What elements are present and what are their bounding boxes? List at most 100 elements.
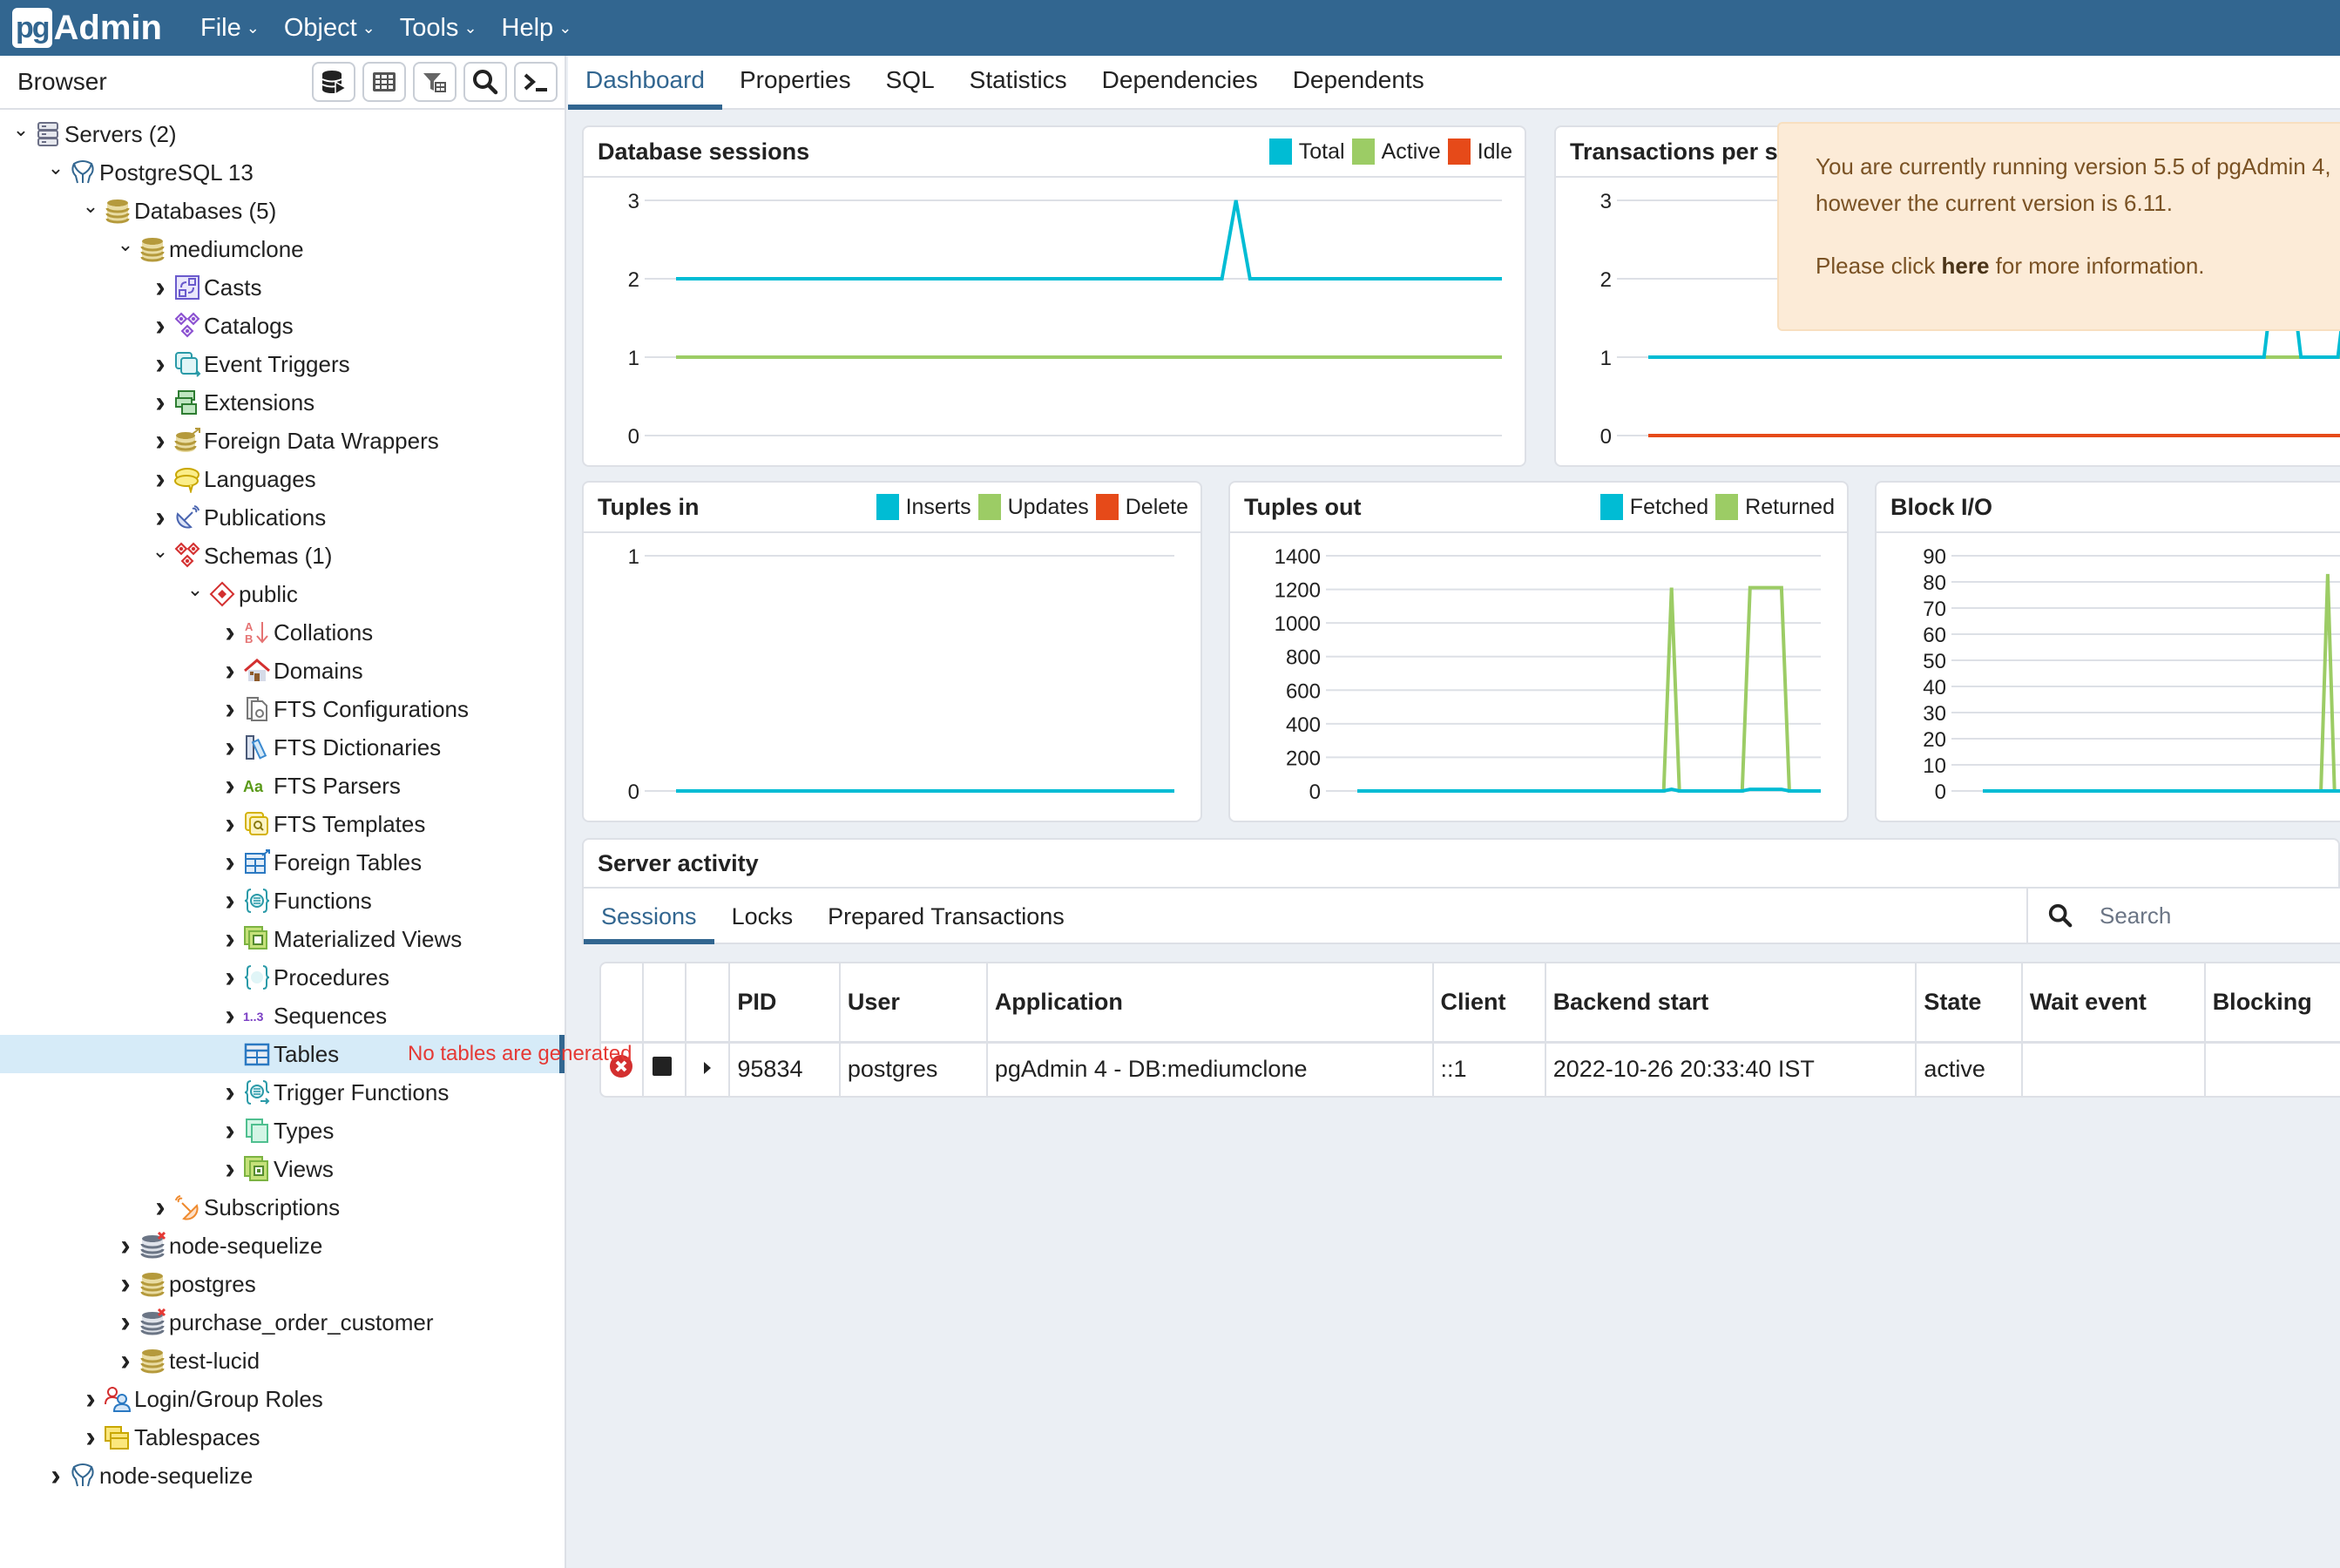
tree-item[interactable]: › Tablespaces <box>0 1418 565 1456</box>
chevron-down-icon[interactable]: ⌄ <box>78 195 103 218</box>
chevron-right-icon[interactable]: › <box>148 424 172 458</box>
col-client[interactable]: Client <box>1432 963 1546 1044</box>
tree-item[interactable]: › Extensions <box>0 383 565 422</box>
tree-item[interactable]: ⌄ public <box>0 575 565 613</box>
cancel-query-button[interactable] <box>642 1042 687 1096</box>
tree-item[interactable]: ⌄ mediumclone <box>0 230 565 268</box>
tree-item[interactable]: › Foreign Data Wrappers <box>0 422 565 460</box>
chevron-right-icon[interactable]: › <box>113 1267 138 1301</box>
tree-item[interactable]: ⌄ Schemas (1) <box>0 537 565 575</box>
tab-prepared-transactions[interactable]: Prepared Transactions <box>810 903 1082 943</box>
tree-item[interactable]: › Casts <box>0 268 565 307</box>
tab-statistics[interactable]: Statistics <box>952 66 1085 108</box>
chevron-right-icon[interactable]: › <box>113 1344 138 1378</box>
chevron-right-icon[interactable]: › <box>148 348 172 382</box>
tree-item[interactable]: › node-sequelize <box>0 1456 565 1495</box>
col-user[interactable]: User <box>839 963 988 1044</box>
chevron-down-icon[interactable]: ⌄ <box>9 118 33 141</box>
tree-item[interactable]: › purchase_order_customer <box>0 1303 565 1342</box>
tree-item[interactable]: › postgres <box>0 1265 565 1303</box>
chevron-down-icon[interactable]: ⌄ <box>113 233 138 256</box>
tree-item[interactable]: › Foreign Tables <box>0 843 565 882</box>
tree-item[interactable]: › Catalogs <box>0 307 565 345</box>
tab-dashboard[interactable]: Dashboard <box>568 66 722 110</box>
search-objects-button[interactable] <box>463 62 507 102</box>
tree-item[interactable]: ⌄ Servers (2) <box>0 115 565 153</box>
tree-item[interactable]: › 1..3 Sequences <box>0 997 565 1035</box>
tree-item[interactable]: › Materialized Views <box>0 920 565 958</box>
chevron-right-icon[interactable]: › <box>218 616 242 650</box>
tree-item[interactable]: › Aa FTS Parsers <box>0 767 565 805</box>
tree-item[interactable]: › Login/Group Roles <box>0 1380 565 1418</box>
chevron-right-icon[interactable]: › <box>218 693 242 727</box>
menu-help[interactable]: Help ⌄ <box>502 14 572 43</box>
tree-item[interactable]: › test-lucid <box>0 1342 565 1380</box>
chevron-right-icon[interactable]: › <box>218 1152 242 1186</box>
search-input[interactable] <box>2100 902 2317 929</box>
psql-tool-button[interactable] <box>514 62 558 102</box>
tree-item[interactable]: › Types <box>0 1112 565 1150</box>
tab-sessions[interactable]: Sessions <box>584 903 714 944</box>
chevron-down-icon[interactable]: ⌄ <box>148 540 172 563</box>
chevron-right-icon[interactable]: › <box>78 1382 103 1416</box>
col-blocking[interactable]: Blocking <box>2204 963 2340 1044</box>
tree-item[interactable]: › node-sequelize <box>0 1227 565 1265</box>
menu-tools[interactable]: Tools ⌄ <box>400 14 477 43</box>
tree-item[interactable]: › Functions <box>0 882 565 920</box>
tree-item[interactable]: › FTS Templates <box>0 805 565 843</box>
expand-row-button[interactable] <box>686 1042 731 1096</box>
tree-item[interactable]: › A B Collations <box>0 613 565 652</box>
chevron-right-icon[interactable]: › <box>218 1114 242 1148</box>
chevron-right-icon[interactable]: › <box>218 884 242 918</box>
tree-item[interactable]: › FTS Configurations <box>0 690 565 728</box>
tab-sql[interactable]: SQL <box>869 66 952 108</box>
chevron-right-icon[interactable]: › <box>218 999 242 1033</box>
tab-properties[interactable]: Properties <box>722 66 869 108</box>
col-application[interactable]: Application <box>986 963 1434 1044</box>
chevron-down-icon[interactable]: ⌄ <box>44 157 68 179</box>
tree-item[interactable]: › Event Triggers <box>0 345 565 383</box>
tab-locks[interactable]: Locks <box>714 903 811 943</box>
tree-item[interactable]: ⌄ PostgreSQL 13 <box>0 153 565 192</box>
tree-item[interactable]: › Domains <box>0 652 565 690</box>
chevron-right-icon[interactable]: › <box>44 1459 68 1493</box>
chevron-right-icon[interactable]: › <box>78 1421 103 1455</box>
menu-file[interactable]: File ⌄ <box>200 14 260 43</box>
chevron-right-icon[interactable]: › <box>218 769 242 803</box>
tree-item[interactable]: › Procedures <box>0 958 565 997</box>
chevron-right-icon[interactable]: › <box>148 271 172 305</box>
chevron-right-icon[interactable]: › <box>148 463 172 497</box>
chevron-right-icon[interactable]: › <box>148 309 172 343</box>
tree-item[interactable]: › Languages <box>0 460 565 498</box>
chevron-right-icon[interactable]: › <box>113 1306 138 1340</box>
col-state[interactable]: State <box>1916 963 2023 1044</box>
col-pid[interactable]: PID <box>729 963 841 1044</box>
chevron-down-icon[interactable]: ⌄ <box>183 578 207 601</box>
tree-item[interactable]: ⌄ Databases (5) <box>0 192 565 230</box>
chevron-right-icon[interactable]: › <box>218 654 242 688</box>
chevron-right-icon[interactable]: › <box>113 1229 138 1263</box>
col-backend-start[interactable]: Backend start <box>1545 963 1917 1044</box>
chevron-right-icon[interactable]: › <box>218 923 242 956</box>
col-wait-event[interactable]: Wait event <box>2021 963 2206 1044</box>
chevron-right-icon[interactable]: › <box>148 501 172 535</box>
chevron-right-icon[interactable]: › <box>218 808 242 841</box>
tree-item[interactable]: › Subscriptions <box>0 1188 565 1227</box>
tree-item[interactable]: Tables No tables are generated <box>0 1035 632 1073</box>
tab-dependents[interactable]: Dependents <box>1275 66 1442 108</box>
tree-item[interactable]: › Publications <box>0 498 565 537</box>
chevron-right-icon[interactable]: › <box>218 1076 242 1110</box>
chevron-right-icon[interactable]: › <box>148 1191 172 1225</box>
menu-object[interactable]: Object ⌄ <box>284 14 375 43</box>
filtered-rows-button[interactable] <box>413 62 457 102</box>
tree-item[interactable]: › Trigger Functions <box>0 1073 565 1112</box>
chevron-right-icon[interactable]: › <box>218 961 242 995</box>
chevron-right-icon[interactable]: › <box>218 846 242 880</box>
query-tool-button[interactable] <box>312 62 355 102</box>
chevron-right-icon[interactable]: › <box>218 731 242 765</box>
chevron-right-icon[interactable]: › <box>148 386 172 420</box>
tree-item[interactable]: › Views <box>0 1150 565 1188</box>
view-data-button[interactable] <box>362 62 406 102</box>
notice-here-link[interactable]: here <box>1942 253 1990 279</box>
tab-dependencies[interactable]: Dependencies <box>1085 66 1275 108</box>
